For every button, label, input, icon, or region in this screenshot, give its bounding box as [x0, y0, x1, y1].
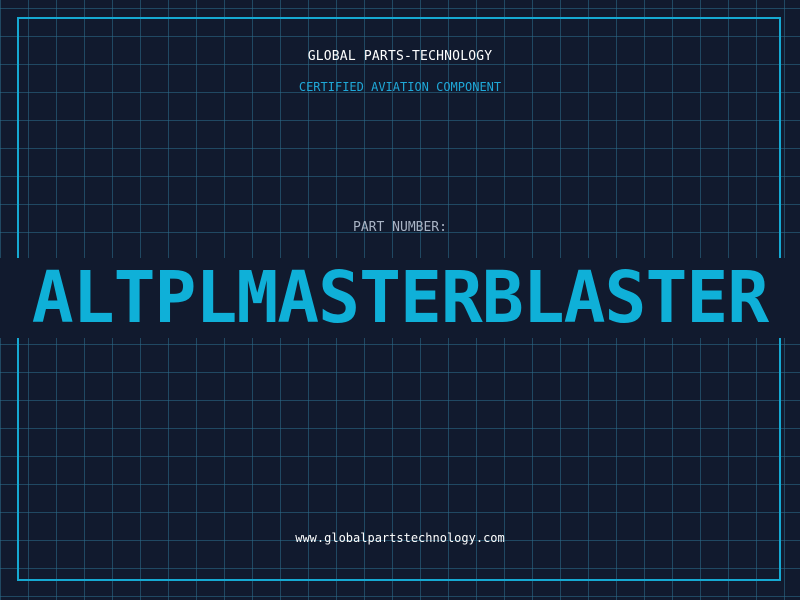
certificate-card: GLOBAL PARTS-TECHNOLOGY CERTIFIED AVIATI… — [0, 0, 800, 600]
part-number-value: ALTPLMASTERBLASTER — [31, 258, 769, 338]
company-name: GLOBAL PARTS-TECHNOLOGY — [307, 49, 493, 64]
website-url: www.globalpartstechnology.com — [295, 531, 505, 545]
part-number-label: PART NUMBER: — [353, 220, 447, 235]
certification-tagline: CERTIFIED AVIATION COMPONENT — [298, 80, 502, 94]
